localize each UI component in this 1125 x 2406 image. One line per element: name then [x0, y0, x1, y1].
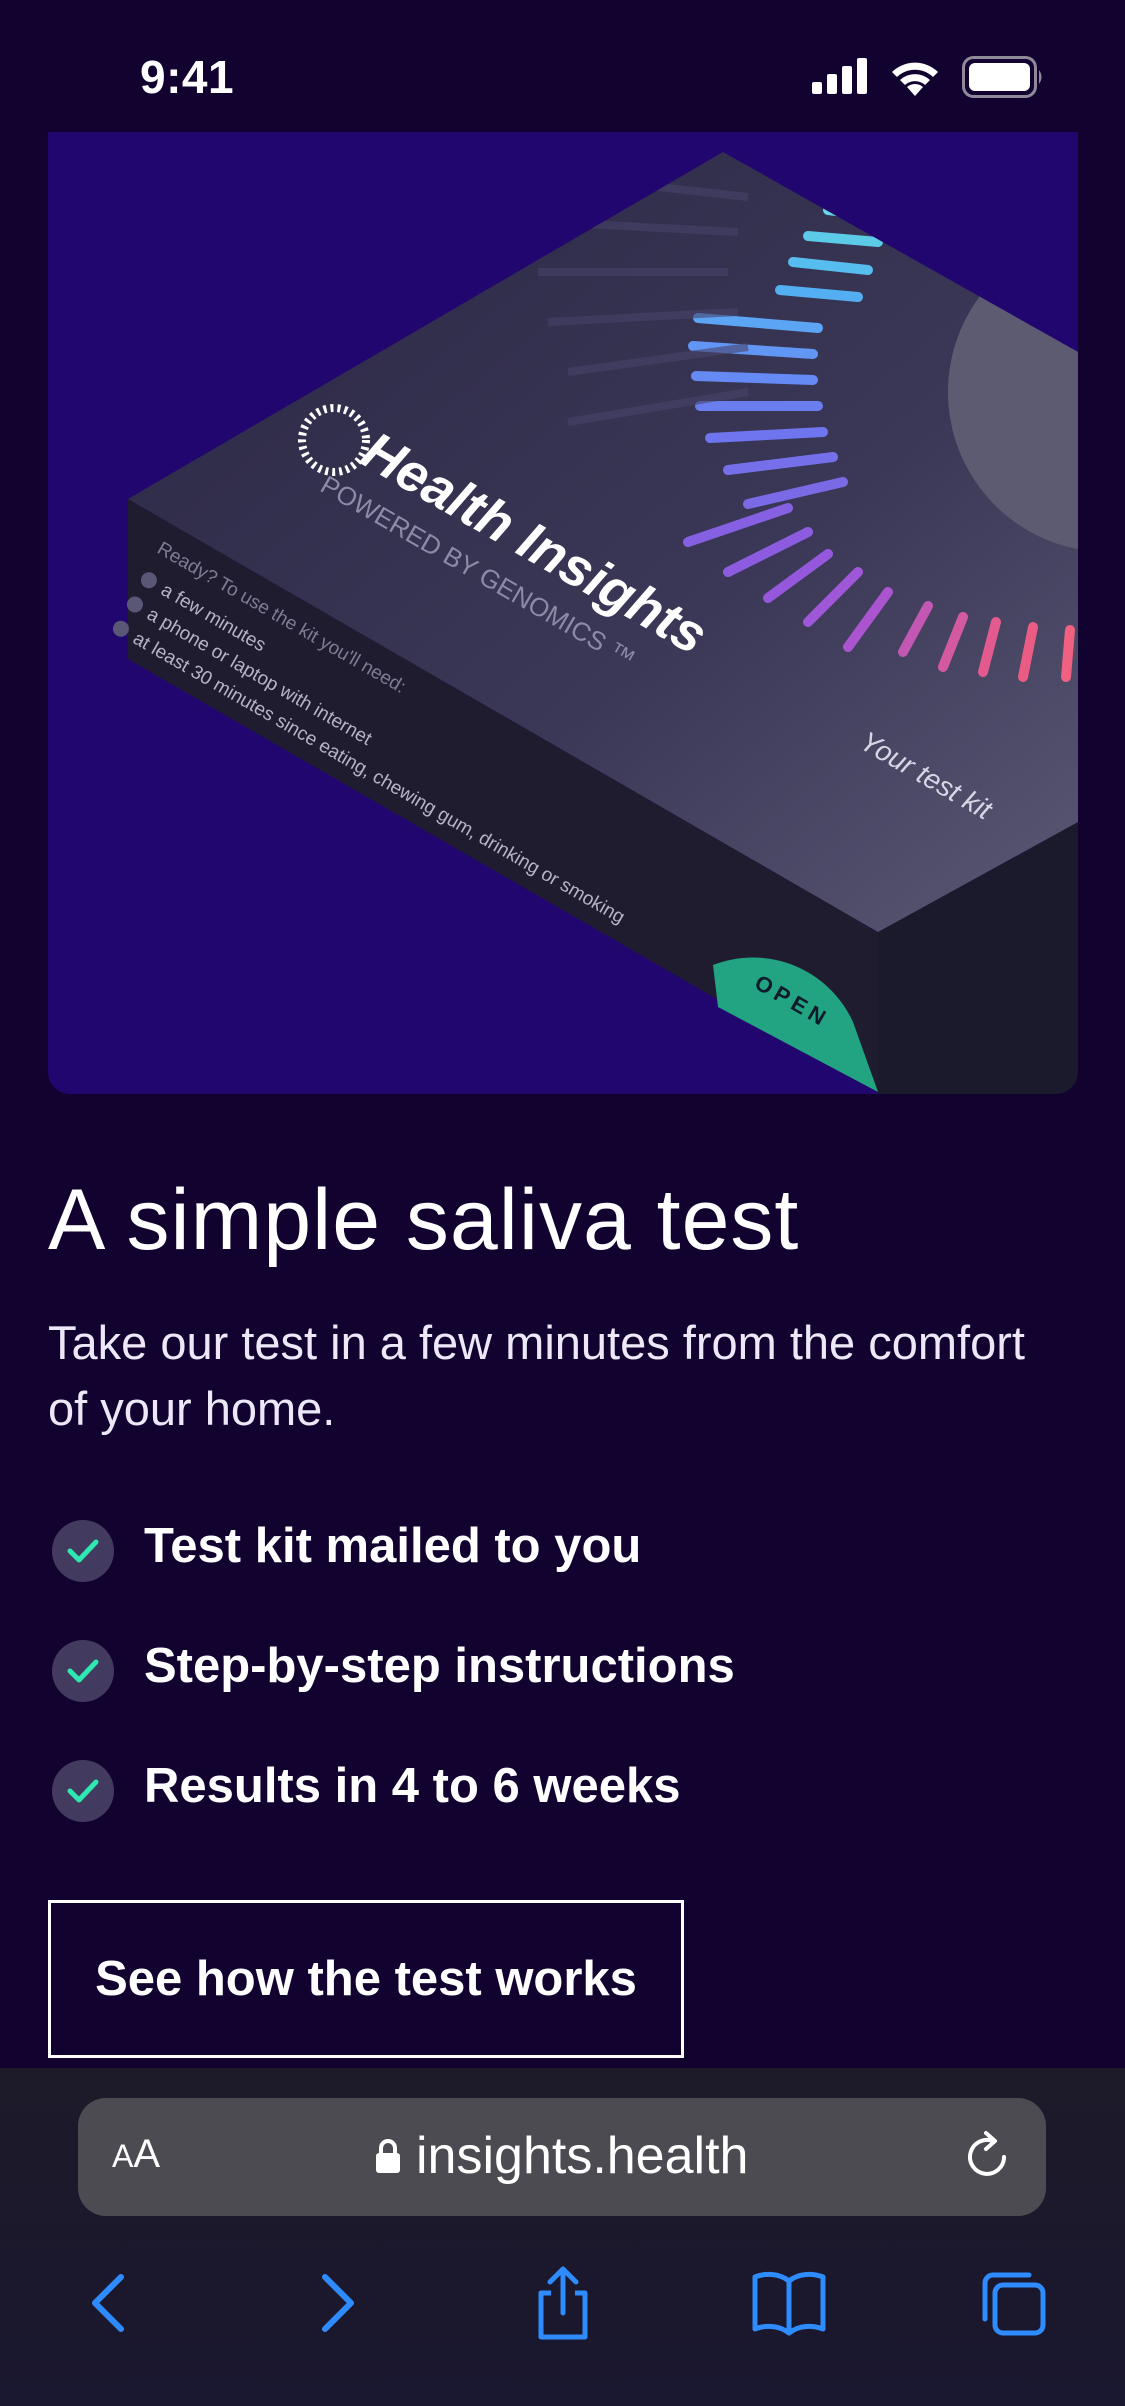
url-text: insights.health	[416, 2127, 749, 2185]
forward-icon	[322, 2274, 354, 2332]
share-icon	[538, 2266, 588, 2340]
checkmark-icon	[52, 1760, 114, 1822]
wifi-icon	[892, 62, 938, 96]
hero-image: Health Insights POWERED BY GENOMICS ™ Yo…	[48, 132, 1078, 1094]
share-button[interactable]	[508, 2248, 618, 2358]
status-bar: 9:41	[0, 0, 1125, 130]
forward-button[interactable]	[280, 2248, 390, 2358]
back-button[interactable]	[56, 2248, 166, 2358]
checkmark-icon	[52, 1520, 114, 1582]
navigation-toolbar	[0, 2248, 1125, 2358]
bookmarks-icon	[752, 2271, 826, 2336]
tabs-button[interactable]	[958, 2248, 1068, 2358]
checkmark-icon	[52, 1640, 114, 1702]
see-how-it-works-button[interactable]: See how the test works	[48, 1900, 684, 2058]
status-time: 9:41	[140, 51, 235, 103]
lock-icon	[376, 2139, 400, 2173]
feature-label: Test kit mailed to you	[144, 1519, 642, 1573]
page-headline: A simple saliva test	[48, 1172, 800, 1268]
text-size-button[interactable]: AA	[112, 2132, 160, 2177]
back-icon	[92, 2274, 124, 2332]
page-subtitle: Take our test in a few minutes from the …	[48, 1316, 1025, 1435]
reload-icon[interactable]	[960, 2130, 1014, 2184]
tabs-icon	[982, 2272, 1046, 2336]
battery-icon	[962, 56, 1042, 98]
test-kit-box-illustration: Health Insights POWERED BY GENOMICS ™ Yo…	[112, 152, 1078, 1094]
feature-label: Results in 4 to 6 weeks	[144, 1759, 681, 1813]
feature-label: Step-by-step instructions	[144, 1639, 735, 1693]
address-bar[interactable]: AA insights.health	[78, 2098, 1046, 2216]
cellular-signal-icon	[812, 58, 867, 94]
browser-toolbar: AA insights.health	[0, 2068, 1125, 2406]
bookmarks-button[interactable]	[734, 2248, 844, 2358]
